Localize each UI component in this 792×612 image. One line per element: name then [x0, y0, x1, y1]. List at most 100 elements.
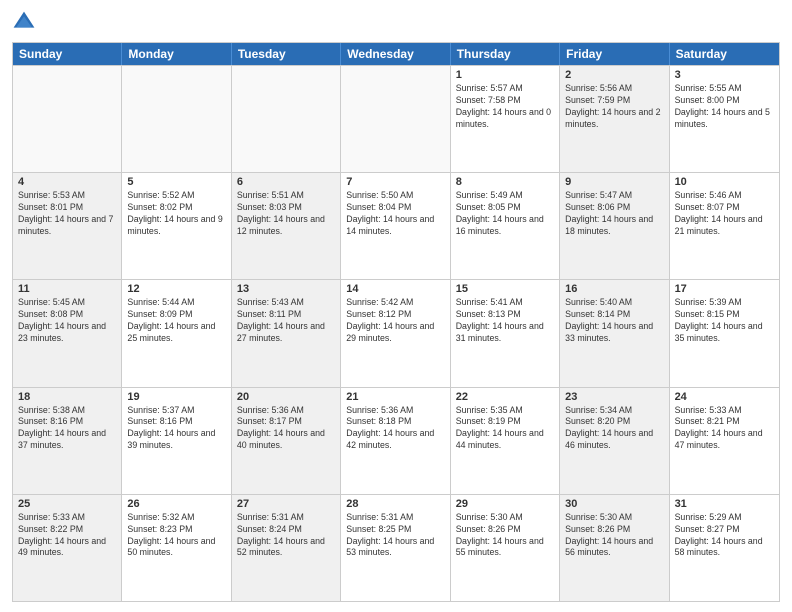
day-cell-19: 19Sunrise: 5:37 AMSunset: 8:16 PMDayligh…: [122, 388, 231, 494]
day-number: 31: [675, 498, 774, 510]
day-info: Sunrise: 5:53 AMSunset: 8:01 PMDaylight:…: [18, 190, 116, 238]
day-info: Sunrise: 5:50 AMSunset: 8:04 PMDaylight:…: [346, 190, 444, 238]
day-info: Sunrise: 5:43 AMSunset: 8:11 PMDaylight:…: [237, 297, 335, 345]
day-info: Sunrise: 5:34 AMSunset: 8:20 PMDaylight:…: [565, 405, 663, 453]
header-day-friday: Friday: [560, 43, 669, 65]
day-number: 15: [456, 283, 554, 295]
day-cell-1: 1 Sunrise: 5:57 AMSunset: 7:58 PMDaylight…: [451, 66, 560, 172]
day-number: 30: [565, 498, 663, 510]
day-info: Sunrise: 5:33 AMSunset: 8:22 PMDaylight:…: [18, 512, 116, 560]
day-info: Sunrise: 5:45 AMSunset: 8:08 PMDaylight:…: [18, 297, 116, 345]
calendar-row-4: 25 Sunrise: 5:33 AMSunset: 8:22 PMDayligh…: [13, 494, 779, 601]
page: SundayMondayTuesdayWednesdayThursdayFrid…: [0, 0, 792, 612]
calendar-row-3: 18 Sunrise: 5:38 AMSunset: 8:16 PMDayligh…: [13, 387, 779, 494]
header-day-tuesday: Tuesday: [232, 43, 341, 65]
calendar-row-2: 11 Sunrise: 5:45 AMSunset: 8:08 PMDayligh…: [13, 279, 779, 386]
calendar-row-0: 1 Sunrise: 5:57 AMSunset: 7:58 PMDaylight…: [13, 65, 779, 172]
day-cell-21: 21 Sunrise: 5:36 AMSunset: 8:18 PMDayligh…: [341, 388, 450, 494]
day-number: 3: [675, 69, 774, 81]
header-day-thursday: Thursday: [451, 43, 560, 65]
day-cell-14: 14 Sunrise: 5:42 AMSunset: 8:12 PMDayligh…: [341, 280, 450, 386]
day-info: Sunrise: 5:30 AMSunset: 8:26 PMDaylight:…: [565, 512, 663, 560]
header-day-saturday: Saturday: [670, 43, 779, 65]
day-info: Sunrise: 5:51 AMSunset: 8:03 PMDaylight:…: [237, 190, 335, 238]
day-number: 10: [675, 176, 774, 188]
day-cell-26: 26 Sunrise: 5:32 AMSunset: 8:23 PMDayligh…: [122, 495, 231, 601]
day-cell-6: 6 Sunrise: 5:51 AMSunset: 8:03 PMDaylight…: [232, 173, 341, 279]
day-cell-31: 31Sunrise: 5:29 AMSunset: 8:27 PMDayligh…: [670, 495, 779, 601]
day-number: 4: [18, 176, 116, 188]
day-number: 19: [127, 391, 225, 403]
day-number: 11: [18, 283, 116, 295]
day-info: Sunrise: 5:35 AMSunset: 8:19 PMDaylight:…: [456, 405, 554, 453]
day-info: Sunrise: 5:30 AMSunset: 8:26 PMDaylight:…: [456, 512, 554, 560]
day-cell-30: 30 Sunrise: 5:30 AMSunset: 8:26 PMDayligh…: [560, 495, 669, 601]
day-number: 26: [127, 498, 225, 510]
day-number: 7: [346, 176, 444, 188]
day-number: 27: [237, 498, 335, 510]
empty-cell-0-0: [13, 66, 122, 172]
day-cell-29: 29 Sunrise: 5:30 AMSunset: 8:26 PMDayligh…: [451, 495, 560, 601]
day-cell-23: 23Sunrise: 5:34 AMSunset: 8:20 PMDayligh…: [560, 388, 669, 494]
day-info: Sunrise: 5:32 AMSunset: 8:23 PMDaylight:…: [127, 512, 225, 560]
day-number: 6: [237, 176, 335, 188]
day-cell-17: 17Sunrise: 5:39 AMSunset: 8:15 PMDayligh…: [670, 280, 779, 386]
day-number: 5: [127, 176, 225, 188]
day-cell-28: 28 Sunrise: 5:31 AMSunset: 8:25 PMDayligh…: [341, 495, 450, 601]
day-cell-27: 27 Sunrise: 5:31 AMSunset: 8:24 PMDayligh…: [232, 495, 341, 601]
day-info: Sunrise: 5:57 AMSunset: 7:58 PMDaylight:…: [456, 83, 554, 131]
day-info: Sunrise: 5:42 AMSunset: 8:12 PMDaylight:…: [346, 297, 444, 345]
day-cell-20: 20 Sunrise: 5:36 AMSunset: 8:17 PMDayligh…: [232, 388, 341, 494]
calendar-header: SundayMondayTuesdayWednesdayThursdayFrid…: [13, 43, 779, 65]
header-day-wednesday: Wednesday: [341, 43, 450, 65]
day-number: 14: [346, 283, 444, 295]
empty-cell-0-2: [232, 66, 341, 172]
day-cell-11: 11 Sunrise: 5:45 AMSunset: 8:08 PMDayligh…: [13, 280, 122, 386]
logo: [12, 10, 40, 34]
day-info: Sunrise: 5:31 AMSunset: 8:25 PMDaylight:…: [346, 512, 444, 560]
day-info: Sunrise: 5:47 AMSunset: 8:06 PMDaylight:…: [565, 190, 663, 238]
calendar-body: 1 Sunrise: 5:57 AMSunset: 7:58 PMDaylight…: [13, 65, 779, 601]
day-number: 28: [346, 498, 444, 510]
day-info: Sunrise: 5:36 AMSunset: 8:17 PMDaylight:…: [237, 405, 335, 453]
header-day-monday: Monday: [122, 43, 231, 65]
day-number: 25: [18, 498, 116, 510]
day-number: 2: [565, 69, 663, 81]
day-number: 24: [675, 391, 774, 403]
day-number: 12: [127, 283, 225, 295]
day-cell-24: 24Sunrise: 5:33 AMSunset: 8:21 PMDayligh…: [670, 388, 779, 494]
day-cell-18: 18 Sunrise: 5:38 AMSunset: 8:16 PMDayligh…: [13, 388, 122, 494]
day-cell-3: 3Sunrise: 5:55 AMSunset: 8:00 PMDaylight…: [670, 66, 779, 172]
logo-icon: [12, 10, 36, 34]
day-cell-7: 7 Sunrise: 5:50 AMSunset: 8:04 PMDaylight…: [341, 173, 450, 279]
day-number: 29: [456, 498, 554, 510]
empty-cell-0-1: [122, 66, 231, 172]
day-cell-4: 4 Sunrise: 5:53 AMSunset: 8:01 PMDaylight…: [13, 173, 122, 279]
day-info: Sunrise: 5:36 AMSunset: 8:18 PMDaylight:…: [346, 405, 444, 453]
day-number: 18: [18, 391, 116, 403]
day-cell-15: 15 Sunrise: 5:41 AMSunset: 8:13 PMDayligh…: [451, 280, 560, 386]
day-number: 20: [237, 391, 335, 403]
calendar-row-1: 4 Sunrise: 5:53 AMSunset: 8:01 PMDaylight…: [13, 172, 779, 279]
day-cell-5: 5Sunrise: 5:52 AMSunset: 8:02 PMDaylight…: [122, 173, 231, 279]
day-cell-10: 10 Sunrise: 5:46 AMSunset: 8:07 PMDayligh…: [670, 173, 779, 279]
calendar: SundayMondayTuesdayWednesdayThursdayFrid…: [12, 42, 780, 602]
day-cell-25: 25 Sunrise: 5:33 AMSunset: 8:22 PMDayligh…: [13, 495, 122, 601]
day-info: Sunrise: 5:46 AMSunset: 8:07 PMDaylight:…: [675, 190, 774, 238]
day-info: Sunrise: 5:38 AMSunset: 8:16 PMDaylight:…: [18, 405, 116, 453]
day-cell-8: 8Sunrise: 5:49 AMSunset: 8:05 PMDaylight…: [451, 173, 560, 279]
header: [12, 10, 780, 34]
day-cell-12: 12 Sunrise: 5:44 AMSunset: 8:09 PMDayligh…: [122, 280, 231, 386]
day-number: 21: [346, 391, 444, 403]
header-day-sunday: Sunday: [13, 43, 122, 65]
day-info: Sunrise: 5:31 AMSunset: 8:24 PMDaylight:…: [237, 512, 335, 560]
day-number: 22: [456, 391, 554, 403]
day-cell-2: 2Sunrise: 5:56 AMSunset: 7:59 PMDaylight…: [560, 66, 669, 172]
day-number: 1: [456, 69, 554, 81]
empty-cell-0-3: [341, 66, 450, 172]
day-info: Sunrise: 5:44 AMSunset: 8:09 PMDaylight:…: [127, 297, 225, 345]
day-cell-13: 13 Sunrise: 5:43 AMSunset: 8:11 PMDayligh…: [232, 280, 341, 386]
day-number: 13: [237, 283, 335, 295]
day-info: Sunrise: 5:41 AMSunset: 8:13 PMDaylight:…: [456, 297, 554, 345]
day-cell-9: 9Sunrise: 5:47 AMSunset: 8:06 PMDaylight…: [560, 173, 669, 279]
